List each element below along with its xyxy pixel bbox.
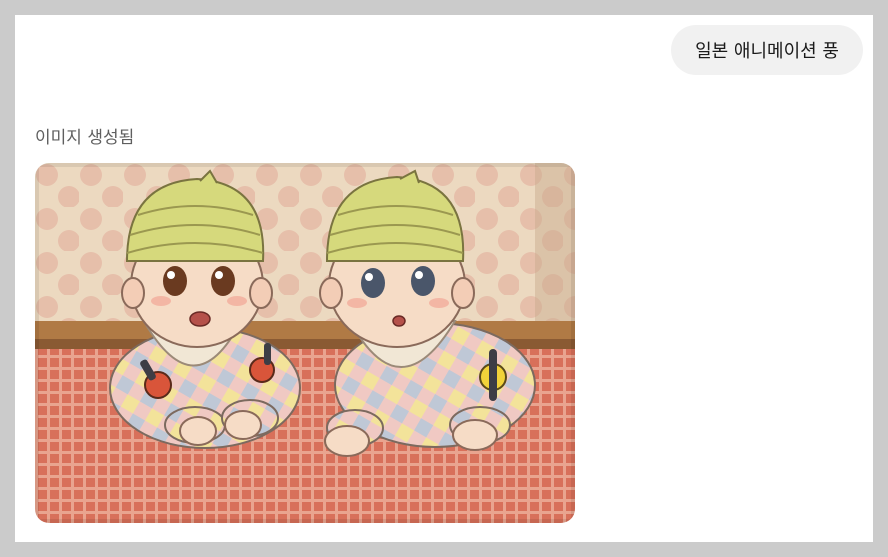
user-message-bubble: 일본 애니메이션 풍 — [671, 25, 863, 75]
generated-image-illustration — [35, 163, 575, 523]
chat-panel: 일본 애니메이션 풍 이미지 생성됨 — [15, 15, 873, 542]
user-message-text: 일본 애니메이션 풍 — [695, 41, 839, 62]
generated-image[interactable] — [35, 163, 575, 523]
image-generated-status: 이미지 생성됨 — [35, 128, 135, 148]
